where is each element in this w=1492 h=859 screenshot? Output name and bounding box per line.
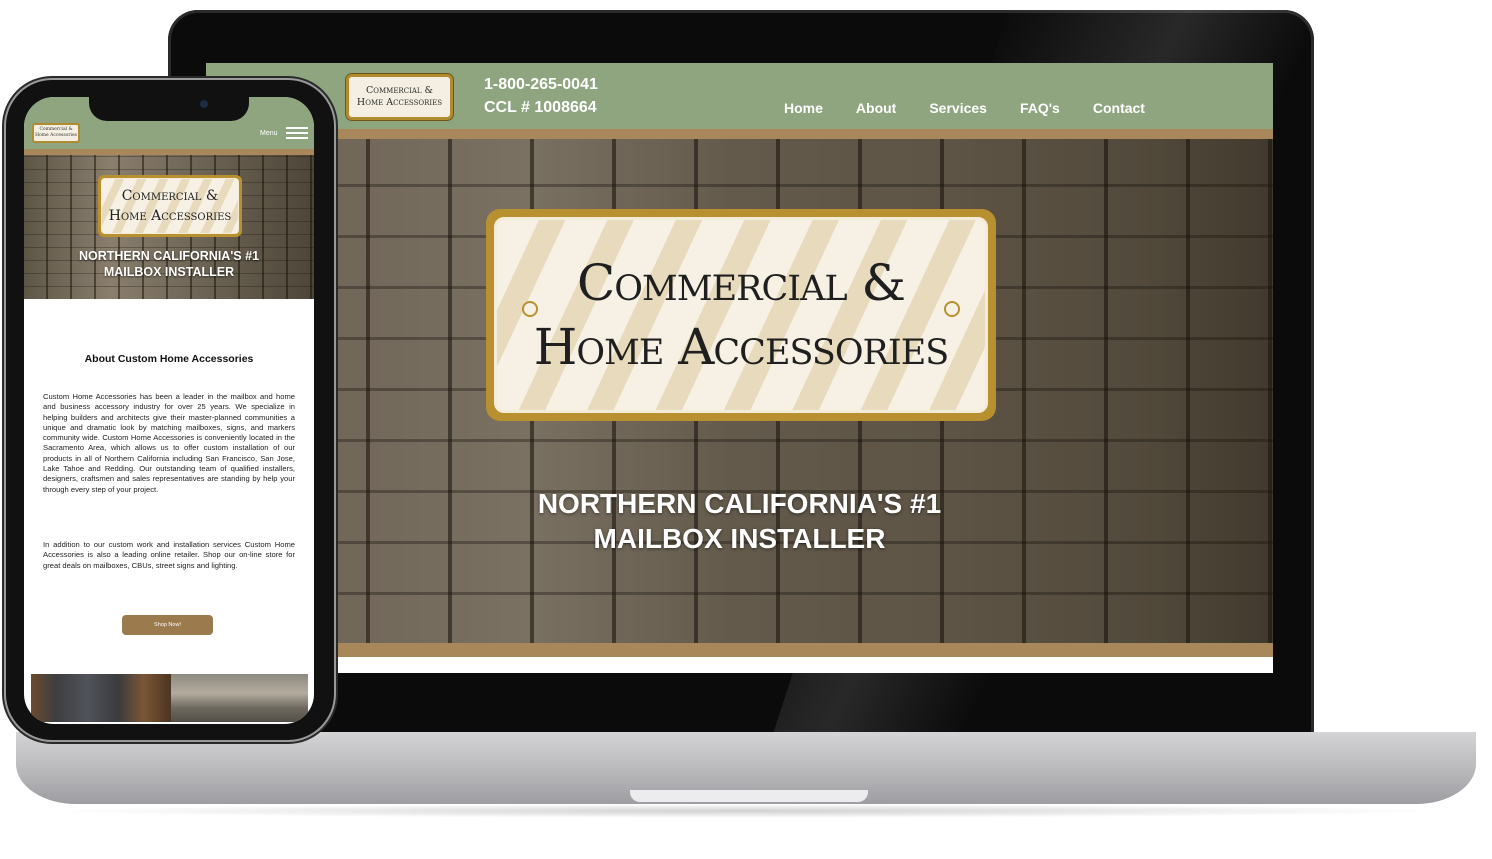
header-license-number: CCL # 1008664 xyxy=(484,99,597,116)
mobile-hero-title-line2: MAILBOX INSTALLER xyxy=(103,265,235,279)
about-title: About Custom Home Accessories xyxy=(84,353,254,365)
mobile-hero-logo-line1: Commercial & xyxy=(121,188,219,204)
rosette-icon xyxy=(944,301,960,317)
hero-logo-line2: Home Accessories xyxy=(533,318,950,376)
content-start-strip xyxy=(206,657,1273,673)
site-header: Commercial & Home Accessories 1-800-265-… xyxy=(206,63,1273,129)
device-mockup-stage: Commercial & Home Accessories 1-800-265-… xyxy=(0,0,1492,859)
mobile-hero-logo: Commercial & Home Accessories xyxy=(98,175,242,237)
hero-bottom-band xyxy=(206,643,1273,657)
phone-camera xyxy=(200,100,208,108)
hero-logo: Commercial & Home Accessories xyxy=(486,209,996,421)
mobile-hero-logo-line2: Home Accessories xyxy=(108,208,232,224)
nav-item-faqs[interactable]: FAQ's xyxy=(1020,100,1060,116)
mobile-hero-title-line1: NORTHERN CALIFORNIA'S #1 xyxy=(78,249,260,263)
hero-banner: Commercial & Home Accessories NORTHERN C… xyxy=(206,139,1273,643)
site-logo-line2: Home Accessories xyxy=(356,97,443,108)
nav-item-home[interactable]: Home xyxy=(784,100,823,116)
site-logo[interactable]: Commercial & Home Accessories xyxy=(345,73,454,121)
gallery-image-mailboxes[interactable] xyxy=(31,674,171,722)
laptop-shadow xyxy=(40,804,1450,818)
phone-screen: Commercial & Home Accessories Menu Comme… xyxy=(24,97,314,724)
gallery-image-stone-sign[interactable] xyxy=(171,674,308,722)
menu-label[interactable]: Menu xyxy=(260,130,278,137)
about-paragraph-1: Custom Home Accessories has been a leade… xyxy=(43,392,295,494)
laptop-screen: Commercial & Home Accessories 1-800-265-… xyxy=(206,63,1273,673)
hero-logo-plaque: Commercial & Home Accessories xyxy=(494,217,988,413)
phone-notch xyxy=(89,97,249,121)
hero-title: NORTHERN CALIFORNIA'S #1 MAILBOX INSTALL… xyxy=(206,486,1273,556)
main-nav: Home About Services FAQ's Contact xyxy=(784,100,1178,116)
site-logo-line1: Commercial & xyxy=(365,85,434,96)
mobile-hero: Commercial & Home Accessories NORTHERN C… xyxy=(24,155,314,299)
mobile-logo[interactable]: Commercial & Home Accessories xyxy=(32,123,80,143)
gallery-strip xyxy=(31,674,308,722)
hero-title-line1: NORTHERN CALIFORNIA'S #1 xyxy=(537,488,942,519)
about-paragraph-2: In addition to our custom work and insta… xyxy=(43,540,295,570)
nav-item-about[interactable]: About xyxy=(856,100,896,116)
mobile-hero-title: NORTHERN CALIFORNIA'S #1 MAILBOX INSTALL… xyxy=(24,248,314,280)
header-accent-band xyxy=(206,129,1273,139)
nav-item-contact[interactable]: Contact xyxy=(1093,100,1145,116)
mobile-logo-line2: Home Accessories xyxy=(35,133,77,138)
rosette-icon xyxy=(522,301,538,317)
laptop-trackpad-notch xyxy=(630,790,868,802)
nav-item-services[interactable]: Services xyxy=(929,100,987,116)
shop-now-button[interactable]: Shop Now! xyxy=(122,615,213,635)
hamburger-menu-icon[interactable] xyxy=(286,127,308,139)
hero-logo-line1: Commercial & xyxy=(576,254,906,312)
header-phone-number[interactable]: 1-800-265-0041 xyxy=(484,76,598,94)
mobile-hero-logo-plaque: Commercial & Home Accessories xyxy=(101,178,239,234)
hero-title-line2: MAILBOX INSTALLER xyxy=(593,523,886,554)
